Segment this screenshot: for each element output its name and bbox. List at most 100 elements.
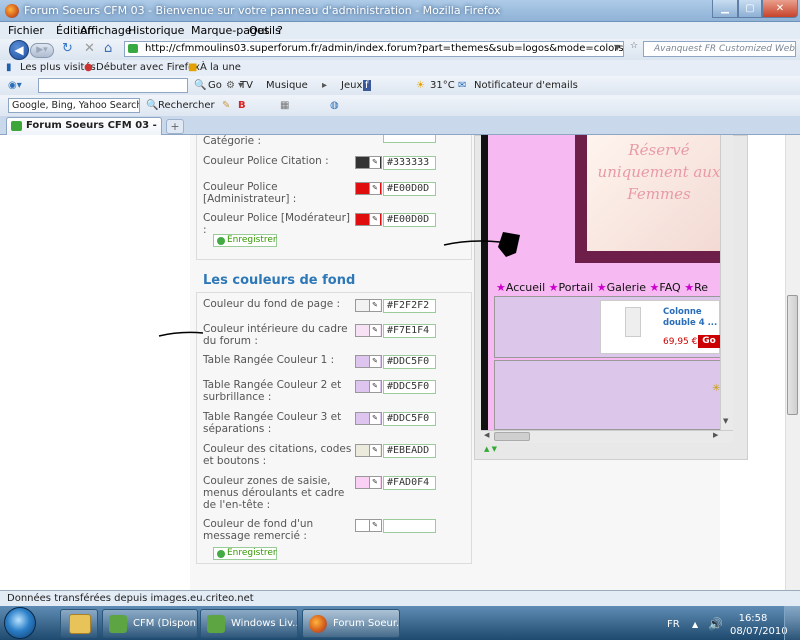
rss-icon: ■ <box>188 62 198 73</box>
toolbar-jeux[interactable]: Jeux <box>341 80 362 91</box>
color-picker-icon[interactable]: ✎ <box>369 183 380 194</box>
toolbar-notificateur[interactable]: Notificateur d'emails <box>474 80 578 91</box>
color-swatch[interactable]: ✎ <box>355 412 382 425</box>
window-title: Forum Soeurs CFM 03 - Bienvenue sur votr… <box>24 4 501 17</box>
babylon-icon[interactable]: B <box>238 100 246 111</box>
taskbar-item-firefox[interactable]: Forum Soeur... <box>302 609 400 638</box>
taskbar-item-windows-live[interactable]: Windows Liv... <box>200 609 298 638</box>
color-picker-icon[interactable]: ✎ <box>369 157 380 168</box>
color-value-input[interactable]: #E00D0D <box>383 213 436 227</box>
color-value-input[interactable]: #FAD0F4 <box>383 476 436 490</box>
start-button[interactable] <box>4 607 36 639</box>
color-value-input[interactable]: #DDC5F0 <box>383 412 436 426</box>
new-tab-button[interactable]: + <box>166 119 184 134</box>
toolbar-musique[interactable]: Musique <box>266 80 308 91</box>
color-picker-icon[interactable]: ✎ <box>369 445 380 456</box>
menu-affichage[interactable]: Affichage <box>80 24 132 37</box>
taskbar-item-cfm[interactable]: CFM (Dispon... <box>102 609 198 638</box>
highlight-icon[interactable]: ✎ <box>222 100 230 111</box>
color-value-input[interactable]: #DDC5F0 <box>383 355 436 369</box>
volume-icon[interactable]: 🔊 <box>708 617 723 631</box>
tab-forum[interactable]: Forum Soeurs CFM 03 - Bien... <box>6 117 162 136</box>
reload-icon[interactable]: ↻ <box>62 41 73 56</box>
toolbar-logo-icon[interactable]: ◉▾ <box>8 80 22 91</box>
firefox-icon <box>309 615 327 633</box>
color-swatch[interactable]: ✎ <box>355 519 382 532</box>
toolbar-weather[interactable]: 31°C <box>430 80 455 91</box>
color-swatch[interactable]: ✎ <box>355 213 382 226</box>
color-value-input[interactable] <box>383 519 436 533</box>
rechercher-button[interactable]: Rechercher <box>158 100 215 111</box>
forward-button[interactable]: ▶▾ <box>30 43 54 58</box>
color-picker-icon[interactable]: ✎ <box>369 477 380 488</box>
color-picker-icon[interactable]: ✎ <box>369 356 380 367</box>
tools-icon[interactable]: ▦ <box>280 100 289 111</box>
color-swatch[interactable]: ✎ <box>355 324 382 337</box>
color-swatch[interactable]: ✎ <box>355 156 382 169</box>
menu-help[interactable]: ? <box>277 24 283 37</box>
color-swatch[interactable]: ✎ <box>355 299 382 312</box>
facebook-icon[interactable]: f <box>363 80 371 91</box>
color-value-input[interactable]: #F2F2F2 <box>383 299 436 313</box>
url-dropdown-icon[interactable]: ▼ <box>614 43 620 52</box>
site-favicon <box>128 44 138 53</box>
color-value-input[interactable]: #DDC5F0 <box>383 380 436 394</box>
messenger-icon <box>109 615 127 633</box>
bookmark-icon: ▮ <box>6 62 12 73</box>
color-value-input[interactable]: #E00D0D <box>383 182 436 196</box>
color-swatch[interactable]: ✎ <box>355 380 382 393</box>
status-bar: Données transférées depuis images.eu.cri… <box>0 590 800 606</box>
color-picker-icon[interactable]: ✎ <box>369 413 380 424</box>
bookmark-debuter[interactable]: Débuter avec Firefox <box>96 62 200 73</box>
menu-fichier[interactable]: Fichier <box>8 24 44 37</box>
email-icon: ✉ <box>458 80 467 91</box>
close-button[interactable]: ✕ <box>762 0 798 18</box>
color-field-label: Couleur Police [Modérateur] : <box>203 212 350 236</box>
extension-icon[interactable]: ◍ <box>330 100 339 111</box>
color-picker-icon[interactable]: ✎ <box>369 214 380 225</box>
stop-icon[interactable]: ✕ <box>84 41 95 56</box>
color-value-input[interactable]: #333333 <box>383 156 436 170</box>
tab-title: Forum Soeurs CFM 03 - Bien... <box>26 120 161 131</box>
search-input[interactable]: Avanquest FR Customized Web <box>643 41 796 57</box>
color-picker-icon[interactable]: ✎ <box>369 520 380 531</box>
taskbar-label: Forum Soeur... <box>333 618 400 629</box>
color-field-label: Couleur de fond d'un message remercié : <box>203 518 314 542</box>
back-button[interactable]: ◀ <box>9 40 29 60</box>
color-picker-icon[interactable]: ✎ <box>369 381 380 392</box>
color-swatch[interactable]: ✎ <box>355 182 382 195</box>
clock[interactable]: 16:58 08/07/2010 <box>730 612 788 638</box>
annotation-arrow-right <box>443 240 501 246</box>
toolbar-go[interactable]: Go <box>208 80 222 91</box>
weather-icon: ☀ <box>416 80 425 91</box>
color-value-input[interactable]: #EBEADD <box>383 444 436 458</box>
explorer-taskbar-button[interactable] <box>60 609 98 638</box>
show-desktop-button[interactable] <box>784 606 800 640</box>
url-input[interactable]: http://cfmmoulins03.superforum.fr/admin/… <box>124 41 624 57</box>
tray-expand-icon[interactable]: ▲ <box>692 620 698 629</box>
bookmark-a-la-une[interactable]: À la une <box>200 62 241 73</box>
google-search-input[interactable]: Google, Bing, Yahoo Search <box>8 98 140 113</box>
toolbar-tv[interactable]: TV <box>240 80 253 91</box>
color-field-label: Couleur intérieure du cadre du forum : <box>203 323 348 347</box>
status-text: Données transférées depuis images.eu.cri… <box>7 593 254 604</box>
annotation-arrow-left <box>158 331 204 337</box>
home-icon[interactable]: ⌂ <box>104 41 112 56</box>
color-swatch[interactable]: ✎ <box>355 355 382 368</box>
color-field-label: Couleur du fond de page : <box>203 298 341 310</box>
color-picker-icon[interactable]: ✎ <box>369 300 380 311</box>
color-field-label: Couleur Police Citation : <box>203 155 329 167</box>
color-swatch[interactable]: ✎ <box>355 444 382 457</box>
color-value-input[interactable]: #F7E1F4 <box>383 324 436 338</box>
minimize-button[interactable]: ▁ <box>712 0 738 18</box>
search-icon: 🔍 <box>146 100 159 111</box>
maximize-button[interactable]: ▢ <box>738 0 762 18</box>
page-scroll-thumb[interactable] <box>787 295 798 415</box>
color-field-label: Couleur Police [Administrateur] : <box>203 181 297 205</box>
url-go-icon[interactable]: ☆ <box>630 41 642 57</box>
color-swatch[interactable]: ✎ <box>355 476 382 489</box>
color-picker-icon[interactable]: ✎ <box>369 325 380 336</box>
menu-historique[interactable]: Historique <box>128 24 184 37</box>
toolbar-combo-input[interactable] <box>38 78 188 93</box>
language-indicator[interactable]: FR <box>667 619 680 630</box>
